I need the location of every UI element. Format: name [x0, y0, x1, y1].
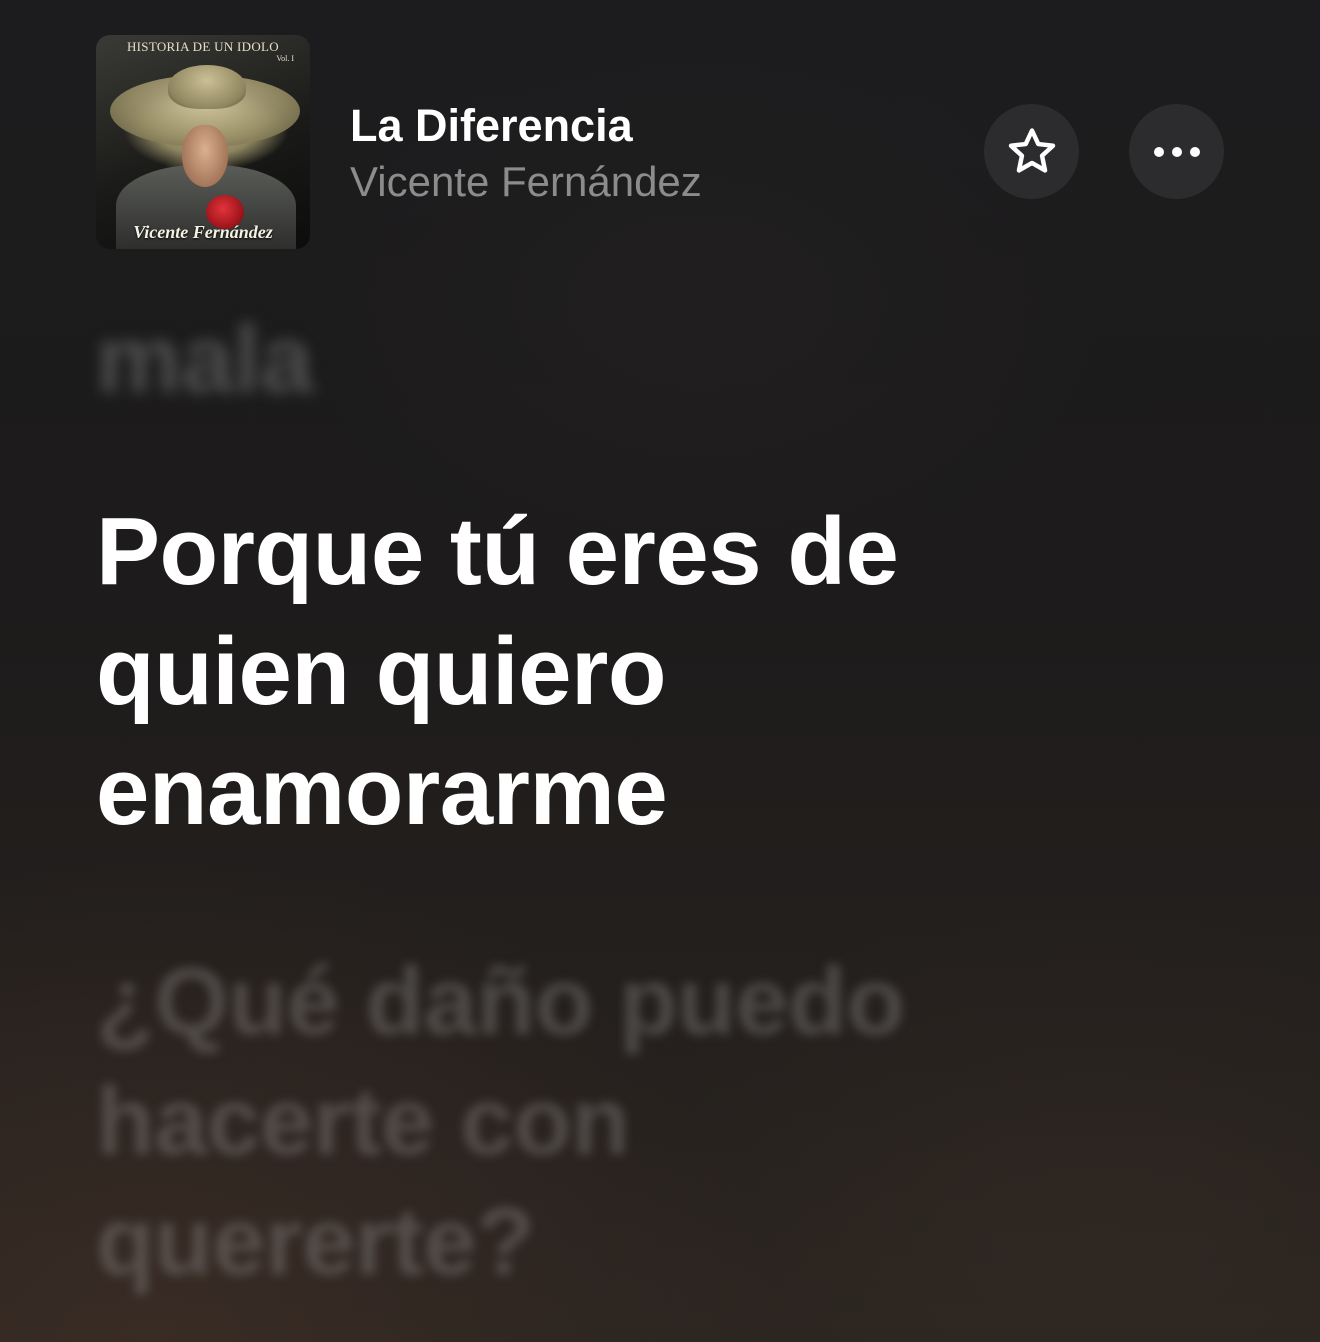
album-artwork[interactable]: HISTORIA DE UN IDOLO Vol. I Vicente Fern…	[96, 35, 310, 249]
song-title[interactable]: La Diferencia	[350, 100, 633, 152]
lyric-line-previous[interactable]: mala	[96, 300, 313, 420]
lyric-line-next[interactable]: ¿Qué daño puedo hacerte con quererte?	[96, 942, 905, 1302]
star-outline-icon	[1008, 127, 1055, 173]
lyric-next-line-3: quererte?	[96, 1188, 535, 1295]
artwork-bottom-text: Vicente Fernández	[133, 222, 273, 242]
song-artist[interactable]: Vicente Fernández	[350, 158, 702, 206]
artwork-volume-text: Vol. I	[276, 54, 294, 63]
more-options-button[interactable]	[1129, 104, 1224, 199]
now-playing-header: HISTORIA DE UN IDOLO Vol. I Vicente Fern…	[0, 0, 1320, 270]
artwork-face	[182, 125, 228, 187]
lyric-next-line-1: ¿Qué daño puedo	[96, 948, 905, 1055]
lyric-current-line-1: Porque tú eres de	[96, 498, 899, 605]
lyric-current-line-3: enamorarme	[96, 738, 668, 845]
favorite-button[interactable]	[984, 104, 1079, 199]
lyric-next-line-2: hacerte con	[96, 1068, 630, 1175]
artwork-top-text: HISTORIA DE UN IDOLO	[126, 39, 279, 54]
lyric-line-current[interactable]: Porque tú eres de quien quiero enamorarm…	[96, 492, 899, 852]
artwork-sombrero-crown	[168, 65, 246, 109]
lyric-current-line-2: quien quiero	[96, 618, 667, 725]
ellipsis-icon	[1153, 146, 1200, 157]
